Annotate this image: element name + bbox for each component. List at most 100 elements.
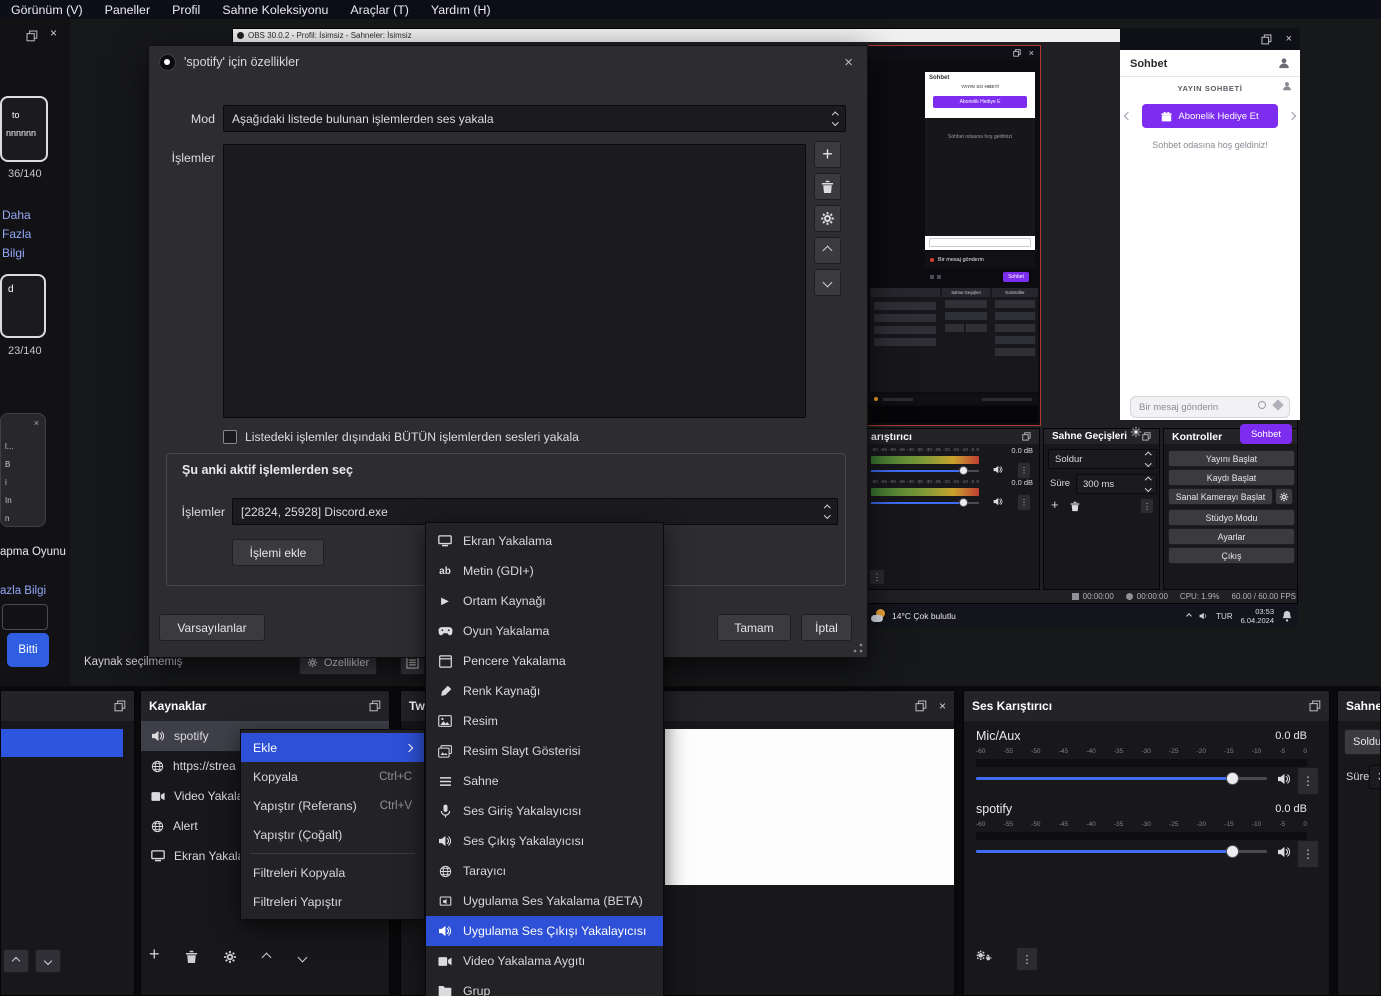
thumbnail-card[interactable]: d bbox=[0, 274, 46, 338]
context-item-paste-filters[interactable]: Filtreleri Yapıştır bbox=[241, 887, 424, 916]
settings-button[interactable]: Ayarlar bbox=[1168, 528, 1295, 545]
close-icon[interactable]: × bbox=[1286, 33, 1292, 45]
popout-icon[interactable] bbox=[1309, 700, 1321, 712]
add-source-icon[interactable]: + bbox=[149, 944, 160, 965]
submenu-item-group[interactable]: Grup bbox=[426, 976, 663, 996]
menubar-item[interactable]: Sahne Koleksiyonu bbox=[211, 3, 339, 17]
capture-all-checkbox[interactable] bbox=[223, 430, 237, 444]
spinner-icon[interactable] bbox=[1144, 477, 1151, 491]
volume-slider-handle[interactable] bbox=[959, 466, 968, 475]
gift-sub-button[interactable]: Abonelik Hediye Et bbox=[1142, 104, 1278, 128]
submenu-item-slideshow[interactable]: Resim Slayt Gösterisi bbox=[426, 736, 663, 766]
close-icon[interactable]: × bbox=[34, 418, 39, 428]
dialog-titlebar[interactable]: 'spotify' için özellikler × bbox=[149, 46, 867, 78]
mixer-dock-header[interactable]: Ses Karıştırıcı bbox=[964, 691, 1329, 721]
context-item-add[interactable]: Ekle bbox=[241, 733, 424, 762]
spinner-icon[interactable] bbox=[831, 111, 838, 126]
chat-send-button[interactable]: Sohbet bbox=[1240, 424, 1292, 444]
submenu-item-text[interactable]: ab Metin (GDI+) bbox=[426, 556, 663, 586]
selected-scene-row[interactable] bbox=[1, 729, 123, 757]
close-icon[interactable]: × bbox=[50, 26, 57, 40]
link-line[interactable]: Bilgi bbox=[2, 244, 31, 263]
popout-icon[interactable] bbox=[26, 30, 38, 42]
people-icon[interactable] bbox=[1282, 81, 1292, 91]
submenu-item-video-device[interactable]: Video Yakalama Aygıtı bbox=[426, 946, 663, 976]
virtual-camera-settings-button[interactable] bbox=[1275, 488, 1293, 505]
active-process-select[interactable]: [22824, 25928] Discord.exe bbox=[232, 498, 838, 525]
speaker-icon[interactable] bbox=[993, 465, 1003, 474]
add-icon[interactable]: + bbox=[1051, 497, 1059, 512]
volume-slider-handle[interactable] bbox=[1226, 845, 1239, 858]
move-up-button[interactable] bbox=[3, 949, 29, 973]
popout-icon[interactable] bbox=[369, 700, 381, 712]
spinner-icon[interactable] bbox=[823, 504, 830, 519]
more-info-link[interactable]: Daha Fazla Bilgi bbox=[2, 206, 31, 263]
carousel-left-icon[interactable] bbox=[1123, 111, 1133, 121]
submenu-item-app-audio-beta[interactable]: Uygulama Ses Yakalama (BETA) bbox=[426, 886, 663, 916]
context-item-copy-filters[interactable]: Filtreleri Kopyala bbox=[241, 858, 424, 887]
submenu-item-screen-capture[interactable]: Ekran Yakalama bbox=[426, 526, 663, 556]
close-icon[interactable]: × bbox=[844, 54, 853, 71]
remove-button[interactable] bbox=[814, 173, 841, 200]
context-item-copy[interactable]: Kopyala Ctrl+C bbox=[241, 762, 424, 791]
chat-message-input[interactable] bbox=[1130, 396, 1290, 418]
submenu-item-app-audio-output[interactable]: Uygulama Ses Çıkışı Yakalayıcısı bbox=[426, 916, 663, 946]
link-line[interactable]: Fazla bbox=[2, 225, 31, 244]
menubar-item[interactable]: Araçlar (T) bbox=[339, 3, 420, 17]
kebab-menu-icon[interactable]: ⋮ bbox=[1297, 767, 1319, 795]
kebab-menu-icon[interactable]: ⋮ bbox=[1016, 947, 1038, 971]
scenes-dock-header[interactable] bbox=[1, 691, 134, 721]
menubar-item[interactable]: Paneller bbox=[94, 3, 161, 17]
submenu-item-scene[interactable]: Sahne bbox=[426, 766, 663, 796]
start-streaming-button[interactable]: Yayını Başlat bbox=[1168, 450, 1295, 467]
thumbnail-card[interactable]: to nnnnnn bbox=[0, 96, 48, 162]
more-info-link[interactable]: azla Bilgi bbox=[0, 585, 46, 597]
move-down-icon[interactable] bbox=[297, 952, 308, 963]
ok-button[interactable]: Tamam bbox=[717, 614, 791, 641]
menubar-item[interactable]: Profil bbox=[161, 3, 211, 17]
kebab-menu-icon[interactable]: ⋮ bbox=[869, 569, 885, 585]
mode-select[interactable]: Aşağıdaki listede bulunan işlemlerden se… bbox=[223, 105, 846, 132]
chat-titlebar[interactable]: × bbox=[1120, 28, 1300, 50]
move-down-button[interactable] bbox=[814, 269, 841, 296]
notification-card[interactable]: × l... Bi In n bbox=[0, 413, 46, 527]
add-process-button[interactable]: İşlemi ekle bbox=[232, 539, 324, 566]
exit-button[interactable]: Çıkış bbox=[1168, 547, 1295, 564]
link-line[interactable]: Daha bbox=[2, 206, 31, 225]
tray-expand-icon[interactable] bbox=[1186, 613, 1193, 619]
duration-spinbox[interactable]: 300 ms bbox=[1076, 474, 1157, 494]
duration-spinbox[interactable]: 30 bbox=[1369, 765, 1380, 789]
studio-mode-button[interactable]: Stüdyo Modu bbox=[1168, 509, 1295, 526]
done-button[interactable]: Bitti bbox=[7, 633, 49, 667]
people-icon[interactable] bbox=[1278, 57, 1290, 69]
popout-icon[interactable] bbox=[1260, 33, 1272, 45]
move-up-button[interactable] bbox=[814, 237, 841, 264]
start-virtual-camera-button[interactable]: Sanal Kamerayı Başlat bbox=[1168, 488, 1273, 505]
popout-icon[interactable] bbox=[915, 700, 927, 712]
context-item-paste-ref[interactable]: Yapıştır (Referans) Ctrl+V bbox=[241, 791, 424, 820]
popout-icon[interactable] bbox=[1022, 432, 1031, 441]
start-recording-button[interactable]: Kaydı Başlat bbox=[1168, 469, 1295, 486]
right-transitions-header[interactable]: Sahne bbox=[1338, 691, 1380, 721]
add-button[interactable]: + bbox=[814, 141, 841, 168]
kebab-menu-icon[interactable]: ⋮ bbox=[1297, 840, 1319, 868]
popout-icon[interactable] bbox=[114, 700, 126, 712]
menubar-item[interactable]: Yardım (H) bbox=[420, 3, 502, 17]
submenu-item-audio-input[interactable]: Ses Giriş Yakalayıcısı bbox=[426, 796, 663, 826]
defaults-button[interactable]: Varsayılanlar bbox=[159, 614, 265, 641]
kebab-menu-icon[interactable]: ⋮ bbox=[1140, 498, 1154, 514]
submenu-item-window-capture[interactable]: Pencere Yakalama bbox=[426, 646, 663, 676]
submenu-item-image[interactable]: Resim bbox=[426, 706, 663, 736]
browser-page[interactable] bbox=[665, 729, 954, 885]
volume-slider-handle[interactable] bbox=[959, 498, 968, 507]
resize-grip[interactable] bbox=[852, 642, 864, 654]
speaker-icon[interactable] bbox=[1277, 773, 1291, 785]
move-down-button[interactable] bbox=[35, 949, 61, 973]
process-list[interactable] bbox=[223, 144, 806, 418]
context-item-paste-dup[interactable]: Yapıştır (Çoğalt) bbox=[241, 820, 424, 849]
trash-icon[interactable] bbox=[1070, 501, 1080, 512]
sources-dock-header[interactable]: Kaynaklar bbox=[141, 691, 389, 721]
clock[interactable]: 03:53 6.04.2024 bbox=[1241, 607, 1274, 625]
submenu-item-color-source[interactable]: Renk Kaynağı bbox=[426, 676, 663, 706]
speaker-icon[interactable] bbox=[1277, 846, 1291, 858]
